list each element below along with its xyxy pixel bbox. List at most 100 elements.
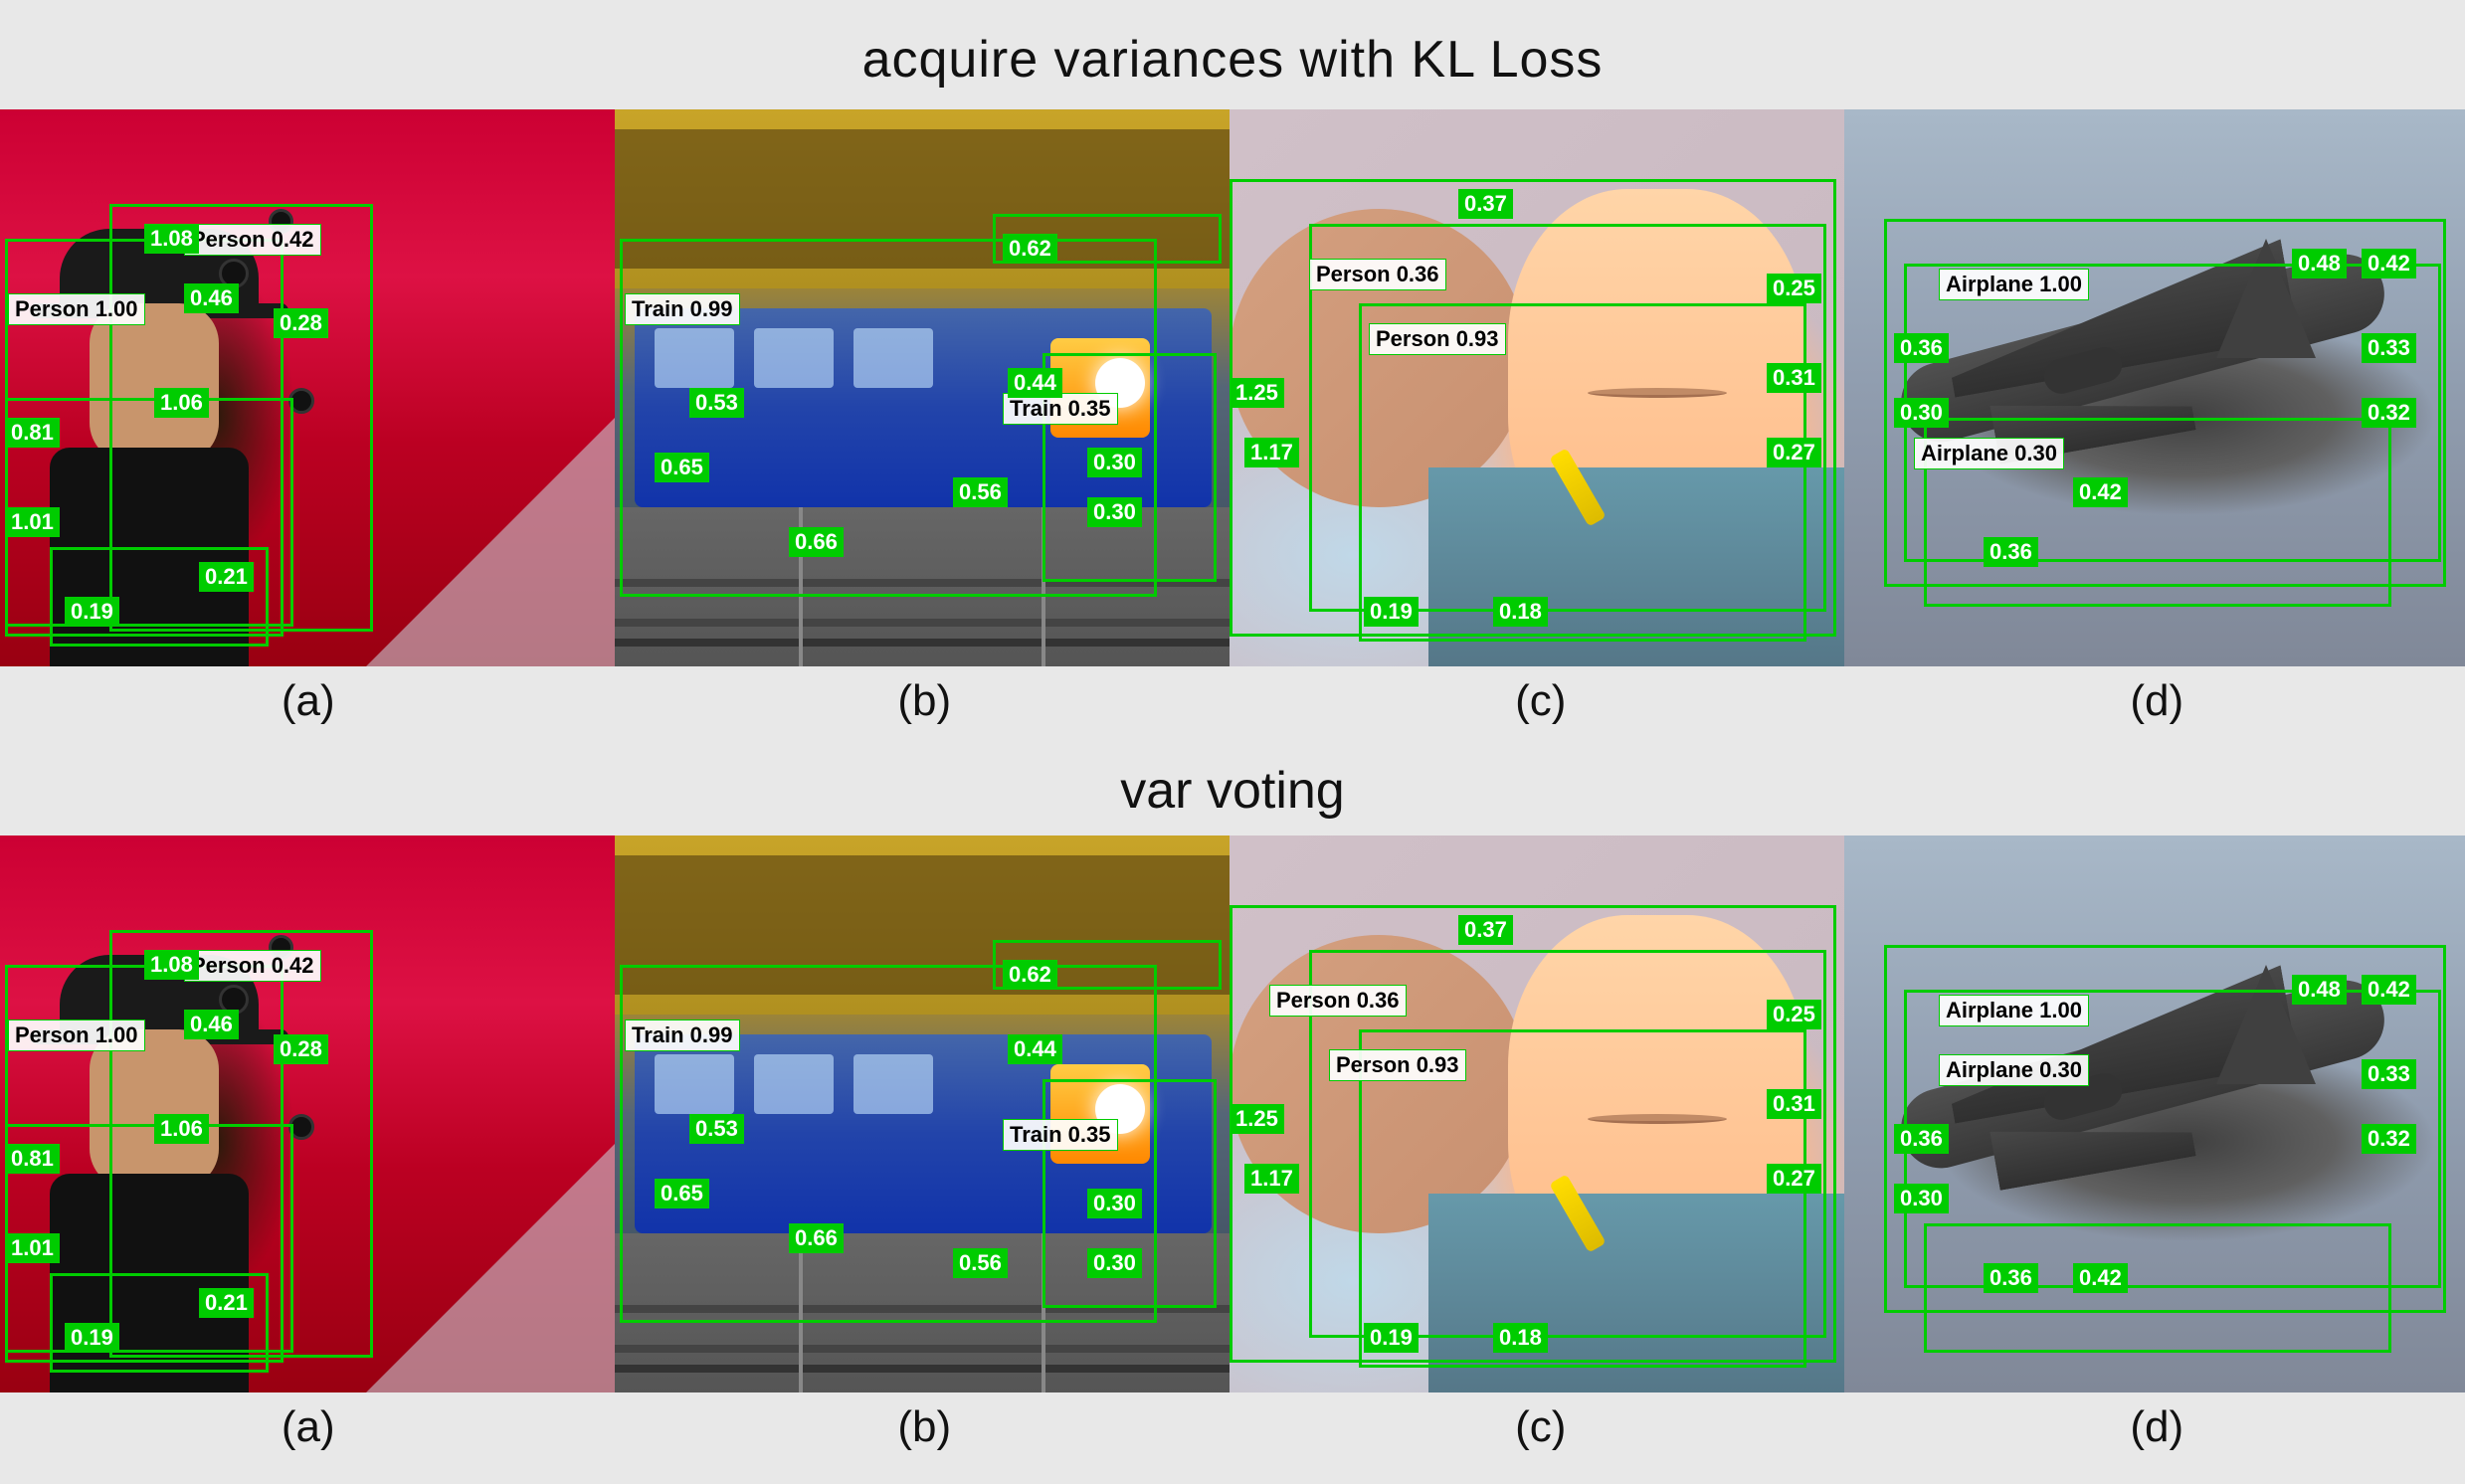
val-030a: 0.30 (1087, 448, 1142, 477)
val-r2-030c: 0.30 (1894, 1184, 1949, 1213)
row2-title: var voting (0, 741, 2465, 835)
cell-r2-baby: Person 0.36 Person 0.93 0.37 0.25 1.25 0… (1230, 835, 1844, 1392)
val-036a: 0.36 (1894, 333, 1949, 363)
val-025a: 0.25 (1767, 274, 1821, 303)
label-person042: Person 0.42 (184, 224, 321, 256)
val-031a: 0.31 (1767, 363, 1821, 393)
val-021: 0.21 (199, 562, 254, 592)
caption-d2: (d) (1849, 1402, 2465, 1452)
val-r2-036b: 0.36 (1984, 1263, 2038, 1293)
val-r2-037: 0.37 (1458, 915, 1513, 945)
val-r2-019b: 0.19 (1364, 1323, 1419, 1353)
val-032a: 0.32 (2362, 398, 2416, 428)
val-042b: 0.42 (2073, 477, 2128, 507)
val-066: 0.66 (789, 527, 844, 557)
label-r2-airplane030: Airplane 0.30 (1939, 1054, 2089, 1086)
caption-a2: (a) (0, 1402, 617, 1452)
val-r2-108: 1.08 (144, 950, 199, 980)
page-container: acquire variances with KL Loss (0, 0, 2465, 1484)
label-airplane100a: Airplane 1.00 (1939, 269, 2089, 300)
val-r2-030b: 0.30 (1087, 1248, 1142, 1278)
val-053: 0.53 (689, 388, 744, 418)
val-r2-018: 0.18 (1493, 1323, 1548, 1353)
val-056: 0.56 (953, 477, 1008, 507)
caption-b1: (b) (617, 676, 1233, 726)
val-018a: 0.18 (1493, 597, 1548, 627)
label-person036: Person 0.36 (1309, 259, 1446, 290)
cell-r2-airplane: Airplane 1.00 Airplane 0.30 0.48 0.42 0.… (1844, 835, 2465, 1392)
val-r2-117: 1.17 (1244, 1164, 1299, 1194)
label-r2-person042: Person 0.42 (184, 950, 321, 982)
val-030c: 0.30 (1894, 398, 1949, 428)
val-108: 1.08 (144, 224, 199, 254)
val-r2-062: 0.62 (1003, 960, 1057, 990)
val-101: 1.01 (5, 507, 60, 537)
val-r2-027: 0.27 (1767, 1164, 1821, 1194)
cell-r2-person: Person 1.00 Person 0.42 1.08 0.46 0.28 0… (0, 835, 615, 1392)
label-r2-train099: Train 0.99 (625, 1020, 740, 1051)
val-117a: 1.17 (1244, 438, 1299, 467)
cell-r1-person: Person 1.00 Person 0.42 1.08 0.46 0.28 0… (0, 109, 615, 666)
caption-a1: (a) (0, 676, 617, 726)
label-r2-train035: Train 0.35 (1003, 1119, 1118, 1151)
val-r2-125: 1.25 (1230, 1104, 1284, 1134)
label-r2-airplane100: Airplane 1.00 (1939, 995, 2089, 1026)
val-r2-031: 0.31 (1767, 1089, 1821, 1119)
val-037a: 0.37 (1458, 189, 1513, 219)
val-044: 0.44 (1008, 368, 1062, 398)
label-r2-person093: Person 0.93 (1329, 1049, 1466, 1081)
row2-images: Person 1.00 Person 0.42 1.08 0.46 0.28 0… (0, 835, 2465, 1392)
val-r2-042a: 0.42 (2362, 975, 2416, 1005)
val-019a: 0.19 (65, 597, 119, 627)
val-r2-053: 0.53 (689, 1114, 744, 1144)
caption-c1: (c) (1232, 676, 1849, 726)
val-027a: 0.27 (1767, 438, 1821, 467)
val-r2-065: 0.65 (655, 1179, 709, 1208)
val-046: 0.46 (184, 283, 239, 313)
caption-d1: (d) (1849, 676, 2465, 726)
val-r2-066: 0.66 (789, 1223, 844, 1253)
val-r2-036a: 0.36 (1894, 1124, 1949, 1154)
val-r2-056: 0.56 (953, 1248, 1008, 1278)
row1-images: Person 1.00 Person 0.42 1.08 0.46 0.28 0… (0, 109, 2465, 666)
caption-c2: (c) (1232, 1402, 1849, 1452)
val-125a: 1.25 (1230, 378, 1284, 408)
cell-r2-train: Train 0.99 Train 0.35 0.62 0.44 0.53 0.6… (615, 835, 1230, 1392)
page-title: acquire variances with KL Loss (0, 0, 2465, 109)
val-r2-101: 1.01 (5, 1233, 60, 1263)
label-airplane030a: Airplane 0.30 (1914, 438, 2064, 469)
val-r2-033: 0.33 (2362, 1059, 2416, 1089)
val-r2-025: 0.25 (1767, 1000, 1821, 1029)
val-r2-019: 0.19 (65, 1323, 119, 1353)
val-062a: 0.62 (1003, 234, 1057, 264)
caption-row-1: (a) (b) (c) (d) (0, 666, 2465, 741)
val-r2-021: 0.21 (199, 1288, 254, 1318)
val-106: 1.06 (154, 388, 209, 418)
val-r2-030a: 0.30 (1087, 1189, 1142, 1218)
val-030b: 0.30 (1087, 497, 1142, 527)
val-065a: 0.65 (655, 453, 709, 482)
val-r2-032: 0.32 (2362, 1124, 2416, 1154)
val-036b: 0.36 (1984, 537, 2038, 567)
val-r2-081: 0.81 (5, 1144, 60, 1174)
cell-r1-baby: Person 0.36 Person 0.93 0.37 0.25 1.25 0… (1230, 109, 1844, 666)
val-r2-046: 0.46 (184, 1010, 239, 1039)
val-r2-048: 0.48 (2292, 975, 2347, 1005)
cell-r1-train: Train 0.99 Train 0.35 0.62 0.53 0.44 0.6… (615, 109, 1230, 666)
val-048a: 0.48 (2292, 249, 2347, 278)
caption-row-2: (a) (b) (c) (d) (0, 1392, 2465, 1467)
label-r2-person100: Person 1.00 (8, 1020, 145, 1051)
val-r2-106: 1.06 (154, 1114, 209, 1144)
label-train099: Train 0.99 (625, 293, 740, 325)
val-019b: 0.19 (1364, 597, 1419, 627)
val-033a: 0.33 (2362, 333, 2416, 363)
cell-r1-airplane: Airplane 1.00 Airplane 0.30 0.48 0.42 0.… (1844, 109, 2465, 666)
label-person100: Person 1.00 (8, 293, 145, 325)
caption-b2: (b) (617, 1402, 1233, 1452)
val-081: 0.81 (5, 418, 60, 448)
val-r2-028: 0.28 (274, 1034, 328, 1064)
val-042a: 0.42 (2362, 249, 2416, 278)
label-person093a: Person 0.93 (1369, 323, 1506, 355)
label-r2-person036: Person 0.36 (1269, 985, 1407, 1017)
val-r2-042b: 0.42 (2073, 1263, 2128, 1293)
